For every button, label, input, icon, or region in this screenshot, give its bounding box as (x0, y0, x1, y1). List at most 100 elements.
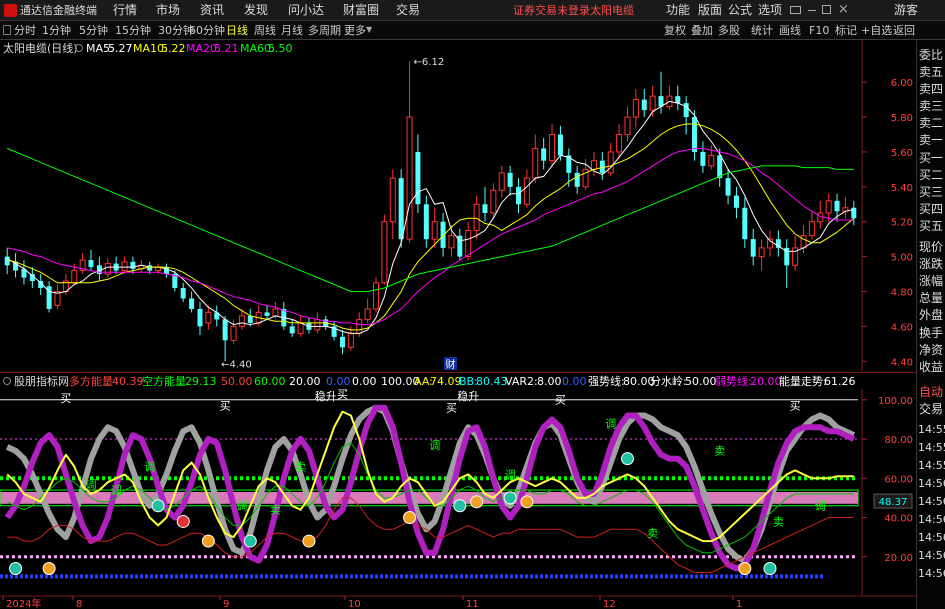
blue-zero-value: 0.00 (326, 375, 351, 388)
candle-body (607, 151, 614, 174)
sidebar-item-net-assets[interactable]: 净资 (919, 344, 943, 356)
sidebar-item-change-pct[interactable]: 涨幅 (919, 275, 943, 287)
candle-body (834, 200, 840, 212)
sidebar-item-bid4[interactable]: 买四 (919, 203, 943, 215)
bb-label: BB: (459, 375, 478, 388)
aa-value: 74.09 (430, 375, 462, 388)
ma-line-ma5 (6, 100, 854, 334)
teal-signal-icon (453, 499, 467, 513)
candle-body (624, 116, 631, 136)
sidebar-item-price[interactable]: 现价 (919, 241, 943, 253)
kline-chart[interactable]: 6.005.805.605.405.205.004.804.604.40100.… (0, 0, 916, 609)
sidebar-item-outer[interactable]: 外盘 (919, 309, 943, 321)
long-energy-value: 40.39 (112, 375, 144, 388)
indicator-settings-icon[interactable] (3, 377, 11, 385)
orange-signal-icon (42, 562, 56, 576)
candle-body (431, 221, 438, 240)
current-value-label: 48.37 (879, 497, 908, 508)
buy-signal-label: 买 (220, 400, 231, 413)
candle-body (389, 177, 396, 223)
sell-signal-label: 卖 (295, 460, 306, 473)
candle-body (473, 203, 480, 231)
sidebar-item-bid1[interactable]: 买一 (919, 152, 943, 164)
price-tick-label: 4.40 (891, 357, 913, 368)
tick-time: 14:56 (918, 513, 945, 526)
candle-body (616, 134, 623, 153)
buy-signal-label: 买 (790, 400, 801, 413)
tick-time: 14:55 (918, 441, 945, 454)
candle-body (498, 172, 505, 191)
sidebar-item-volume[interactable]: 总量 (919, 292, 943, 304)
sidebar-item-commission-ratio[interactable]: 委比 (919, 49, 943, 61)
sidebar-item-turnover[interactable]: 换手 (919, 327, 943, 339)
tune-signal-label: 调 (815, 500, 826, 513)
candle-body (180, 288, 186, 299)
tick-time: 14:56 (918, 477, 945, 490)
candle-body (523, 177, 530, 205)
orange-signal-icon (470, 495, 484, 509)
indicator-tick-label: 20.00 (884, 553, 913, 564)
buy-signal-label: 买 (446, 402, 457, 415)
sidebar-item-bid2[interactable]: 买二 (919, 169, 943, 181)
candle-body (222, 319, 228, 341)
candle-body (238, 315, 245, 327)
sidebar-item-ask3[interactable]: 卖三 (919, 100, 943, 112)
sidebar-item-change[interactable]: 涨跌 (919, 258, 943, 270)
sidebar-item-earnings[interactable]: 收益 (919, 361, 943, 373)
ma-line-ma10 (7, 123, 855, 331)
watershed-label: 分水岭: (650, 375, 687, 388)
sidebar-item-bid5[interactable]: 买五 (919, 220, 943, 232)
price-tick-label: 4.60 (891, 322, 913, 333)
line-20-value: 20.00 (289, 375, 321, 388)
sidebar-item-ask5[interactable]: 卖五 (919, 66, 943, 78)
candle-body (590, 160, 597, 170)
var2-label: VAR2: (505, 375, 538, 388)
orange-signal-icon (738, 562, 752, 576)
candle-body (440, 221, 446, 248)
var2-value: 8.00 (537, 375, 562, 388)
time-tick-label: 8 (76, 599, 82, 609)
price-tick-label: 5.00 (891, 253, 913, 264)
sidebar-trade[interactable]: 交易 (919, 403, 943, 415)
teal-signal-icon (9, 562, 23, 576)
bb-value: 80.43 (476, 375, 508, 388)
long-energy-label: 多方能量 (69, 375, 113, 388)
time-tick-label: 9 (223, 599, 229, 609)
candle-body (423, 204, 429, 240)
sidebar-auto[interactable]: 自动 (919, 386, 943, 398)
short-energy-value: 29.13 (185, 375, 217, 388)
candle-body (717, 155, 723, 179)
teal-signal-icon (151, 499, 165, 513)
candle-body (381, 221, 388, 284)
candle-body (649, 95, 656, 111)
candle-body (808, 221, 815, 237)
candle-body (758, 247, 765, 258)
sidebar-item-ask2[interactable]: 卖二 (919, 117, 943, 129)
high-price-label: ←6.12 (414, 57, 445, 68)
price-tick-label: 5.40 (891, 183, 913, 194)
candle-body (851, 207, 857, 219)
candle-body (675, 96, 681, 104)
sidebar-item-ask4[interactable]: 卖四 (919, 83, 943, 95)
candle-body (516, 186, 522, 205)
candle-body (532, 147, 539, 179)
candle-body (264, 312, 270, 316)
candle-body (742, 207, 748, 240)
candle-body (197, 308, 203, 327)
sidebar-item-ask1[interactable]: 卖一 (919, 134, 943, 146)
candle-body (356, 318, 363, 334)
candle-body (121, 261, 128, 272)
candle-body (725, 178, 731, 196)
quote-sidebar: 委比 卖五 卖四 卖三 卖二 卖一 买一 买二 买三 买四 买五 现价 涨跌 涨… (916, 40, 945, 609)
candle-body (507, 172, 513, 187)
price-tick-label: 4.80 (891, 288, 913, 299)
low-price-label: ←4.40 (221, 359, 252, 370)
time-tick-label: 10 (348, 599, 361, 609)
event-marker: 财 (446, 358, 456, 371)
candle-body (817, 212, 824, 223)
candle-body (297, 322, 304, 334)
candle-body (482, 204, 488, 213)
sidebar-item-bid3[interactable]: 买三 (919, 186, 943, 198)
candle-body (708, 154, 715, 167)
candle-body (692, 117, 698, 152)
